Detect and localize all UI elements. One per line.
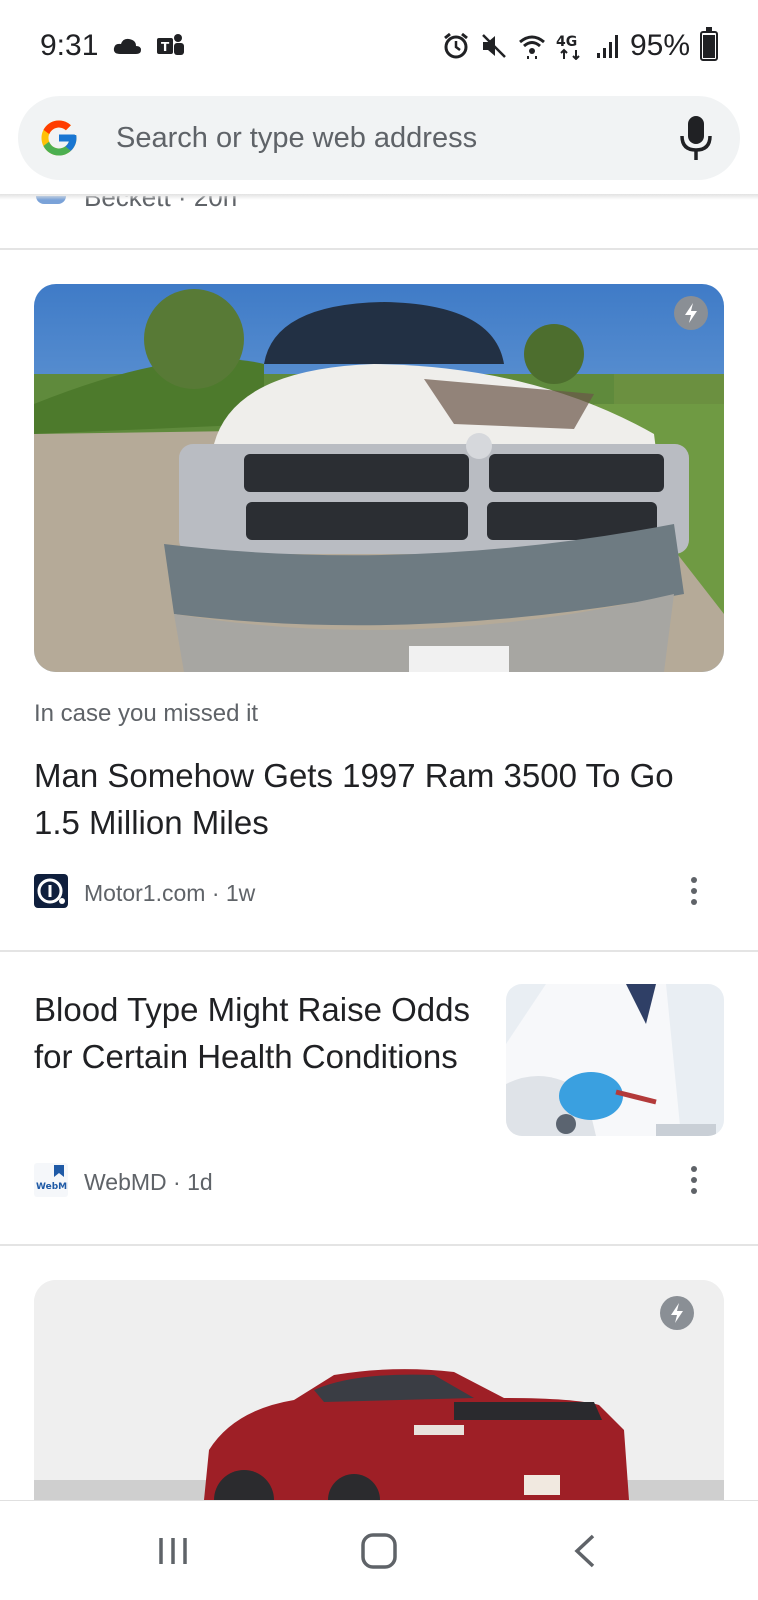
more-options-icon[interactable]: [682, 873, 706, 909]
system-navigation-bar: [0, 1500, 758, 1600]
status-bar: 9:31 T 4G 95%: [0, 0, 758, 92]
search-input[interactable]: Search or type web address: [116, 122, 678, 155]
amp-lightning-icon: [660, 1296, 694, 1330]
truck-photo: [34, 284, 724, 672]
card-kicker: In case you missed it: [34, 700, 259, 727]
clock: 9:31: [40, 29, 99, 62]
wifi-icon: [518, 32, 546, 60]
article-image-car[interactable]: [34, 1280, 724, 1500]
svg-text:4G: 4G: [556, 34, 577, 50]
divider: [0, 248, 758, 250]
battery-icon: [700, 27, 718, 61]
webmd-logo-icon: WebMD: [34, 1163, 75, 1202]
article-thumbnail[interactable]: [506, 984, 724, 1136]
motor1-logo-icon: [34, 874, 68, 913]
search-bar[interactable]: Search or type web address: [18, 96, 740, 180]
svg-text:WebMD: WebMD: [36, 1182, 68, 1192]
article-headline[interactable]: Man Somehow Gets 1997 Ram 3500 To Go 1.5…: [34, 752, 724, 846]
article-headline[interactable]: Blood Type Might Raise Odds for Certain …: [34, 986, 474, 1080]
source-label: Motor1.com · 1w: [84, 880, 256, 906]
recents-icon[interactable]: [143, 1521, 203, 1581]
battery-percent: 95%: [629, 29, 690, 62]
article-source: WebMD WebMD · 1d: [34, 1163, 213, 1202]
signal-icon: [596, 33, 620, 59]
google-g-icon: [38, 117, 80, 159]
article-source: Motor1.com · 1w: [34, 874, 255, 913]
header-shadow: [0, 194, 758, 200]
article-image-truck[interactable]: [34, 284, 724, 672]
mute-icon: [480, 32, 508, 60]
svg-text:T: T: [161, 40, 170, 54]
previous-card-partial[interactable]: Beckett · 20h: [0, 196, 758, 248]
lab-photo: [506, 984, 724, 1136]
4g-icon: 4G: [556, 32, 586, 60]
teams-icon: T: [156, 32, 186, 60]
car-photo: [34, 1280, 724, 1500]
more-options-icon[interactable]: [682, 1162, 706, 1198]
mic-icon[interactable]: [678, 114, 714, 162]
alarm-icon: [442, 32, 470, 60]
cloud-icon: [112, 36, 142, 56]
divider: [0, 950, 758, 952]
home-icon[interactable]: [349, 1521, 409, 1581]
back-icon[interactable]: [555, 1521, 615, 1581]
source-label: WebMD · 1d: [84, 1169, 213, 1195]
amp-lightning-icon: [674, 296, 708, 330]
divider: [0, 1244, 758, 1246]
